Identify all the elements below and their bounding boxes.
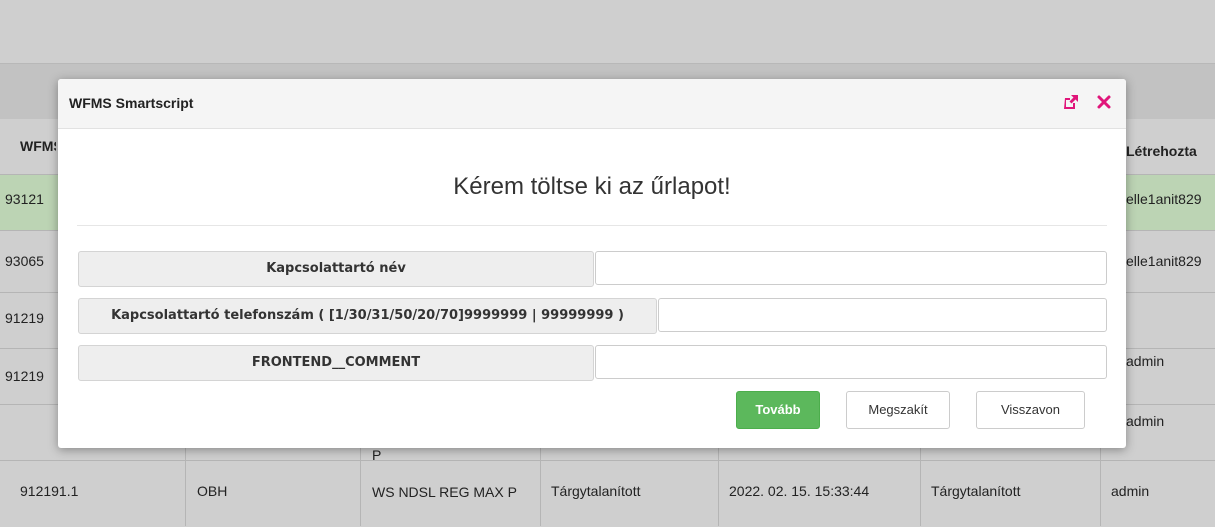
row-created-by: admin bbox=[1126, 413, 1215, 429]
row-created-by: admin bbox=[1126, 353, 1215, 369]
abort-button[interactable]: Megszakít bbox=[846, 391, 950, 429]
contact-phone-input[interactable] bbox=[658, 298, 1107, 332]
next-button[interactable]: Tovább bbox=[736, 391, 820, 429]
column-header-created-by: Létrehozta bbox=[1126, 140, 1215, 162]
contact-name-input[interactable] bbox=[595, 251, 1107, 285]
dialog-title: WFMS Smartscript bbox=[69, 95, 194, 111]
row-id: 93121 bbox=[5, 191, 44, 207]
form-row-contact-name: Kapcsolattartó név bbox=[78, 251, 1107, 287]
column-header-created-by-text: Létrehozta bbox=[1126, 143, 1197, 159]
column-header-id-text: WFMS azon bbox=[20, 138, 56, 154]
row-partial-text: P bbox=[372, 447, 382, 463]
contact-name-label: Kapcsolattartó név bbox=[78, 251, 594, 287]
row-cell: Tárgytalanított bbox=[551, 483, 641, 499]
external-link-icon[interactable] bbox=[1061, 92, 1081, 112]
frontend-comment-label: FRONTEND__COMMENT bbox=[78, 345, 594, 381]
row-created-by: elle1anit829 bbox=[1126, 253, 1215, 269]
row-cell: admin bbox=[1111, 483, 1150, 499]
form-heading: Kérem töltse ki az űrlapot! bbox=[453, 173, 731, 200]
row-id: 91219 bbox=[5, 310, 44, 326]
row-cell: 2022. 02. 15. 15:33:44 bbox=[729, 483, 870, 499]
divider bbox=[77, 225, 1107, 226]
close-icon[interactable] bbox=[1094, 92, 1114, 112]
row-cell: WS NDSL REG MAX P bbox=[372, 484, 517, 500]
frontend-comment-input[interactable] bbox=[595, 345, 1107, 379]
revoke-button[interactable]: Visszavon bbox=[976, 391, 1085, 429]
smartscript-dialog: WFMS Smartscript Kérem töltse ki az űrla… bbox=[58, 79, 1126, 448]
row-created-by: elle1anit829 bbox=[1126, 191, 1215, 207]
row-created-by-text: elle1anit829 bbox=[1126, 191, 1202, 207]
row-id: 912191.1 bbox=[20, 483, 79, 499]
row-cell: OBH bbox=[197, 483, 228, 499]
row-created-by-text: admin bbox=[1126, 353, 1165, 369]
contact-phone-label: Kapcsolattartó telefonszám ( [1/30/31/50… bbox=[78, 298, 657, 334]
dialog-header: WFMS Smartscript bbox=[58, 79, 1126, 129]
top-bar bbox=[0, 0, 1215, 63]
row-id: 91219 bbox=[5, 368, 44, 384]
form-row-contact-phone: Kapcsolattartó telefonszám ( [1/30/31/50… bbox=[78, 298, 1107, 334]
form-row-frontend-comment: FRONTEND__COMMENT bbox=[78, 345, 1107, 381]
row-created-by-text: admin bbox=[1126, 413, 1165, 429]
row-created-by-text: elle1anit829 bbox=[1126, 253, 1202, 269]
row-cell: Tárgytalanított bbox=[931, 483, 1021, 499]
row-id: 93065 bbox=[5, 253, 44, 269]
column-header-id: WFMS azon bbox=[20, 135, 56, 157]
